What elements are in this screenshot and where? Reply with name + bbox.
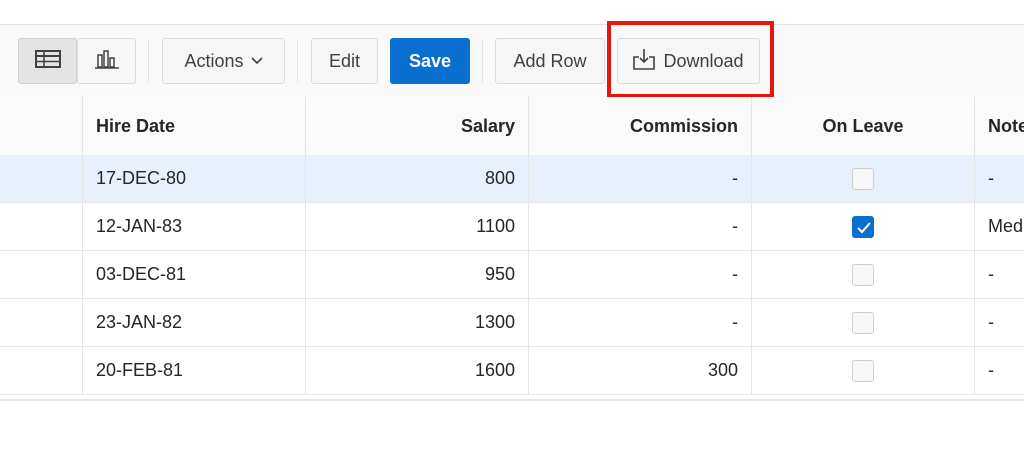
cell-notes[interactable]: - xyxy=(974,251,1024,298)
cell-hire-date[interactable]: 03-DEC-81 xyxy=(82,251,305,298)
cell-commission-value: 300 xyxy=(707,360,738,380)
cell-row-lead[interactable] xyxy=(0,155,82,202)
interactive-grid: Hire Date Salary Commission On Leave Not… xyxy=(0,97,1024,401)
edit-button[interactable]: Edit xyxy=(311,38,378,84)
cell-hire-date-value: 03-DEC-81 xyxy=(96,264,187,284)
cell-hire-date-value: 23-JAN-82 xyxy=(96,312,183,332)
chart-view-icon xyxy=(94,49,119,74)
cell-notes-value: - xyxy=(988,264,994,284)
cell-salary[interactable]: 1600 xyxy=(305,347,528,394)
cell-hire-date[interactable]: 17-DEC-80 xyxy=(82,155,305,202)
cell-notes[interactable]: Med xyxy=(974,203,1024,250)
cell-commission[interactable]: - xyxy=(528,155,751,202)
save-button[interactable]: Save xyxy=(390,38,470,84)
cell-row-lead[interactable] xyxy=(0,347,82,394)
toolbar-separator xyxy=(297,39,298,83)
table-row[interactable]: 17-DEC-80 800 - - xyxy=(0,155,1024,203)
cell-salary[interactable]: 800 xyxy=(305,155,528,202)
cell-hire-date[interactable]: 12-JAN-83 xyxy=(82,203,305,250)
download-highlight-box xyxy=(607,21,774,98)
cell-commission-value: - xyxy=(732,168,738,188)
toolbar-separator xyxy=(148,39,149,83)
cell-salary-value: 1300 xyxy=(474,312,515,332)
column-header-on-leave[interactable]: On Leave xyxy=(751,97,974,155)
toolbar-separator xyxy=(482,39,483,83)
checkbox[interactable] xyxy=(852,167,874,190)
cell-on-leave xyxy=(751,299,974,346)
checkmark-icon xyxy=(857,221,871,233)
cell-commission[interactable]: 300 xyxy=(528,347,751,394)
save-label: Save xyxy=(408,50,452,71)
cell-on-leave xyxy=(751,251,974,298)
cell-on-leave xyxy=(751,347,974,394)
cell-row-lead[interactable] xyxy=(0,251,82,298)
table-row[interactable]: 20-FEB-81 1600 300 - xyxy=(0,347,1024,395)
cell-salary-value: 1100 xyxy=(476,216,515,236)
grid-view-icon xyxy=(34,49,61,73)
cell-notes-value: - xyxy=(988,312,994,332)
column-header-commission[interactable]: Commission xyxy=(528,97,751,155)
cell-salary[interactable]: 1100 xyxy=(305,203,528,250)
cell-commission[interactable]: - xyxy=(528,251,751,298)
cell-notes[interactable]: - xyxy=(974,155,1024,202)
cell-row-lead[interactable] xyxy=(0,299,82,346)
actions-label: Actions xyxy=(184,50,244,71)
cell-notes-value: - xyxy=(988,168,994,188)
grid-toolbar: Actions Edit Save Add Row Download xyxy=(0,24,1024,97)
cell-salary[interactable]: 1300 xyxy=(305,299,528,346)
cell-on-leave xyxy=(751,155,974,202)
add-row-label: Add Row xyxy=(513,50,587,71)
cell-salary[interactable]: 950 xyxy=(305,251,528,298)
chart-view-button[interactable] xyxy=(77,38,136,84)
cell-commission-value: - xyxy=(732,312,738,332)
grid-view-button[interactable] xyxy=(18,38,77,84)
cell-hire-date[interactable]: 20-FEB-81 xyxy=(82,347,305,394)
cell-hire-date-value: 12-JAN-83 xyxy=(96,216,183,236)
cell-hire-date-value: 17-DEC-80 xyxy=(96,168,187,188)
checkbox[interactable] xyxy=(852,311,874,334)
table-row[interactable]: 23-JAN-82 1300 - - xyxy=(0,299,1024,347)
table-row[interactable]: 12-JAN-83 1100 - Med xyxy=(0,203,1024,251)
table-row[interactable]: 03-DEC-81 950 - - xyxy=(0,251,1024,299)
cell-on-leave xyxy=(751,203,974,250)
cell-notes-value: - xyxy=(988,360,994,380)
column-header-hire-date[interactable]: Hire Date xyxy=(82,97,305,155)
checkbox[interactable] xyxy=(852,263,874,286)
grid-header: Hire Date Salary Commission On Leave Not… xyxy=(0,97,1024,156)
add-row-button[interactable]: Add Row xyxy=(495,38,605,84)
edit-label: Edit xyxy=(328,50,361,71)
cell-commission[interactable]: - xyxy=(528,299,751,346)
cell-commission-value: - xyxy=(732,264,738,284)
column-header-salary[interactable]: Salary xyxy=(305,97,528,155)
cell-notes[interactable]: - xyxy=(974,347,1024,394)
checkbox-checked[interactable] xyxy=(852,215,874,238)
cell-salary-value: 800 xyxy=(484,168,515,188)
cell-salary-value: 1600 xyxy=(474,360,515,380)
cell-commission-value: - xyxy=(732,216,738,236)
cell-salary-value: 950 xyxy=(484,264,515,284)
view-switcher xyxy=(18,38,136,84)
cell-notes[interactable]: - xyxy=(974,299,1024,346)
actions-menu-button[interactable]: Actions xyxy=(162,38,285,84)
checkbox[interactable] xyxy=(852,359,874,382)
cell-hire-date-value: 20-FEB-81 xyxy=(96,360,184,380)
cell-row-lead[interactable] xyxy=(0,203,82,250)
column-header-notes[interactable]: Note xyxy=(974,97,1024,155)
cell-notes-value: Med xyxy=(988,216,1024,236)
chevron-down-icon xyxy=(250,49,263,70)
cell-hire-date[interactable]: 23-JAN-82 xyxy=(82,299,305,346)
cell-commission[interactable]: - xyxy=(528,203,751,250)
